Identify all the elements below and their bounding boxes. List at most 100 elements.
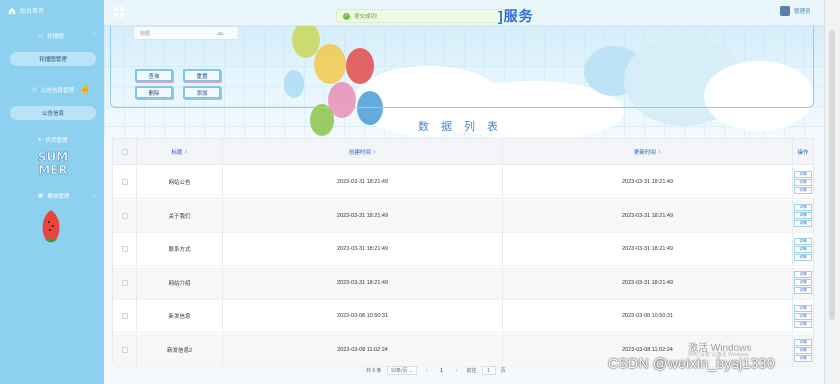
row-action-button[interactable]: 详情: [794, 170, 812, 178]
next-page-button[interactable]: ›: [452, 366, 462, 375]
header-label: 标题: [171, 149, 183, 156]
table-row: 新发信息 2023-03-08 10:50:31 2023-03-08 10:50:…: [113, 300, 813, 334]
reset-button[interactable]: 重置: [183, 69, 221, 82]
page-number[interactable]: 1: [437, 366, 447, 375]
row-detail-button[interactable]: 详情: [794, 245, 812, 253]
row-detail-button[interactable]: 详情: [794, 312, 812, 320]
sidebar-group-carousel[interactable]: ▭ 轮播图 ⌃: [10, 32, 96, 40]
top-header: ✓ 提交成功! ]服务 管理员: [104, 0, 824, 26]
sort-icon: ⬍: [184, 149, 188, 154]
cell-updated: 2023-03-31 18:21:49: [503, 266, 793, 299]
cursor-icon: ☝: [79, 84, 92, 94]
page-size-value: 10条/页: [390, 368, 408, 374]
watermelon-icon: [42, 210, 60, 243]
cell-ops: 详情 详情 详情: [793, 200, 813, 232]
select-all-cell: [113, 139, 137, 164]
search-panel: 标题 ☁ 查询 重置 删除 添加: [110, 26, 814, 108]
page-size-select[interactable]: 10条/页 ⌄: [386, 366, 417, 375]
row-action-button[interactable]: 详情: [794, 271, 812, 279]
table-row: 联系方式 2023-03-31 18:21:49 2023-03-31 18:21:…: [113, 233, 813, 267]
pagination: 共 6 条 10条/页 ⌄ ‹ 1 › 前往 1 页: [366, 366, 506, 375]
row-action-button[interactable]: 详情: [794, 354, 812, 362]
cell-created: 2023-03-31 18:21:49: [223, 233, 503, 266]
cell-updated: 2023-03-31 18:21:49: [503, 199, 793, 232]
row-action-button[interactable]: 详情: [794, 186, 812, 194]
table-row: 网站介绍 2023-03-31 18:21:49 2023-03-31 18:21:…: [113, 266, 813, 300]
sidebar-group-label: 供货管理: [45, 138, 68, 144]
header-title[interactable]: 标题 ⬍: [137, 139, 223, 164]
sidebar-item-notice[interactable]: 公告信息: [10, 106, 96, 120]
cell-updated: 2023-03-08 10:50:31: [503, 300, 793, 333]
header-updated[interactable]: 更新时间 ⬍: [503, 139, 793, 164]
menu-grid-icon[interactable]: [114, 7, 124, 17]
table-row: 网站公告 2023-03-31 18:21:49 2023-03-31 18:21:…: [113, 166, 813, 199]
goto-prefix: 前往: [466, 368, 477, 374]
row-checkbox[interactable]: [121, 347, 128, 353]
goto-page-input[interactable]: 1: [481, 366, 496, 375]
header-label: 创建时间: [348, 149, 371, 156]
row-detail-button[interactable]: 详情: [794, 279, 812, 287]
row-action-button[interactable]: 详情: [794, 338, 812, 346]
goto-suffix: 页: [500, 368, 506, 374]
vertical-scrollbar[interactable]: [824, 0, 840, 384]
sidebar-group-label: 模块管理: [47, 194, 70, 200]
sidebar-group-notice[interactable]: ◷ 公告信息管理 ☝: [10, 84, 96, 95]
select-all-checkbox[interactable]: [121, 148, 128, 155]
row-detail-button[interactable]: 详情: [794, 178, 812, 186]
sidebar-home[interactable]: 后台首页: [8, 6, 44, 15]
row-action-button[interactable]: 详情: [794, 204, 812, 212]
sidebar-group-label: 轮播图: [47, 34, 64, 40]
row-select-cell: [113, 266, 137, 299]
row-action-button[interactable]: 详情: [794, 320, 812, 328]
row-select-cell: [113, 199, 137, 232]
cell-updated: 2023-03-31 18:21:49: [503, 233, 793, 266]
row-checkbox[interactable]: [121, 313, 128, 320]
search-input-placeholder: 标题: [140, 31, 151, 37]
title-search-input[interactable]: 标题 ☁: [133, 26, 239, 40]
carousel-icon: ▭: [38, 33, 44, 39]
sidebar-item-label: 公告信息: [41, 111, 64, 117]
sort-icon: ⬍: [372, 149, 377, 154]
cell-title: 网站公告: [137, 166, 223, 198]
header-label: 操作: [797, 149, 809, 156]
add-button[interactable]: 添加: [183, 86, 221, 99]
chevron-down-icon: ⌄: [91, 193, 96, 199]
row-detail-button[interactable]: 详情: [794, 346, 812, 354]
chevron-up-icon: ⌃: [91, 33, 96, 39]
row-action-button[interactable]: 详情: [794, 237, 812, 245]
sidebar-group-module[interactable]: ▦ 模块管理 ⌄: [10, 192, 96, 200]
csdn-watermark: CSDN @weixin_bysj1330: [608, 355, 775, 371]
table-header: 标题 ⬍ 创建时间 ⬍ 更新时间 ⬍ 操作: [113, 139, 813, 165]
row-checkbox[interactable]: [121, 212, 128, 219]
user-name: 管理员: [794, 9, 811, 15]
user-menu[interactable]: 管理员: [780, 6, 811, 16]
row-select-cell: [113, 166, 137, 198]
svg-text:SUM: SUM: [38, 150, 68, 164]
cell-created: 2023-03-31 18:21:49: [223, 166, 503, 198]
header-created[interactable]: 创建时间 ⬍: [223, 139, 503, 164]
total-count: 共 6 条: [366, 368, 382, 374]
row-action-button[interactable]: 详情: [794, 287, 812, 295]
toast-message: 提交成功!: [354, 14, 378, 20]
scrollbar-thumb[interactable]: [829, 30, 835, 320]
sidebar-group-supply[interactable]: ● 供货管理: [10, 136, 96, 144]
row-checkbox[interactable]: [121, 179, 128, 185]
row-action-button[interactable]: 详情: [794, 253, 812, 261]
main-content: 标题 ☁ 查询 重置 删除 添加 数据列表 标题 ⬍ 创建时间 ⬍ 更新时间 ⬍ 操作…: [104, 26, 824, 384]
sidebar-item-carousel-manage[interactable]: 轮播图管理: [10, 52, 96, 66]
header-label: 更新时间: [633, 149, 656, 156]
row-select-cell: [113, 300, 137, 333]
delete-button[interactable]: 删除: [135, 86, 173, 99]
query-button[interactable]: 查询: [135, 69, 173, 82]
home-icon: [8, 7, 16, 14]
section-title: 数据列表: [418, 121, 510, 133]
svg-text:MER: MER: [38, 163, 67, 177]
row-checkbox[interactable]: [121, 279, 128, 286]
row-action-button[interactable]: 详情: [794, 304, 812, 312]
row-action-button[interactable]: 详情: [794, 220, 812, 228]
prev-page-button[interactable]: ‹: [422, 366, 432, 375]
row-checkbox[interactable]: [121, 246, 128, 253]
grid-icon: ▦: [38, 193, 44, 199]
row-detail-button[interactable]: 详情: [794, 212, 812, 220]
cell-created: 2023-03-08 10:50:31: [223, 300, 503, 333]
